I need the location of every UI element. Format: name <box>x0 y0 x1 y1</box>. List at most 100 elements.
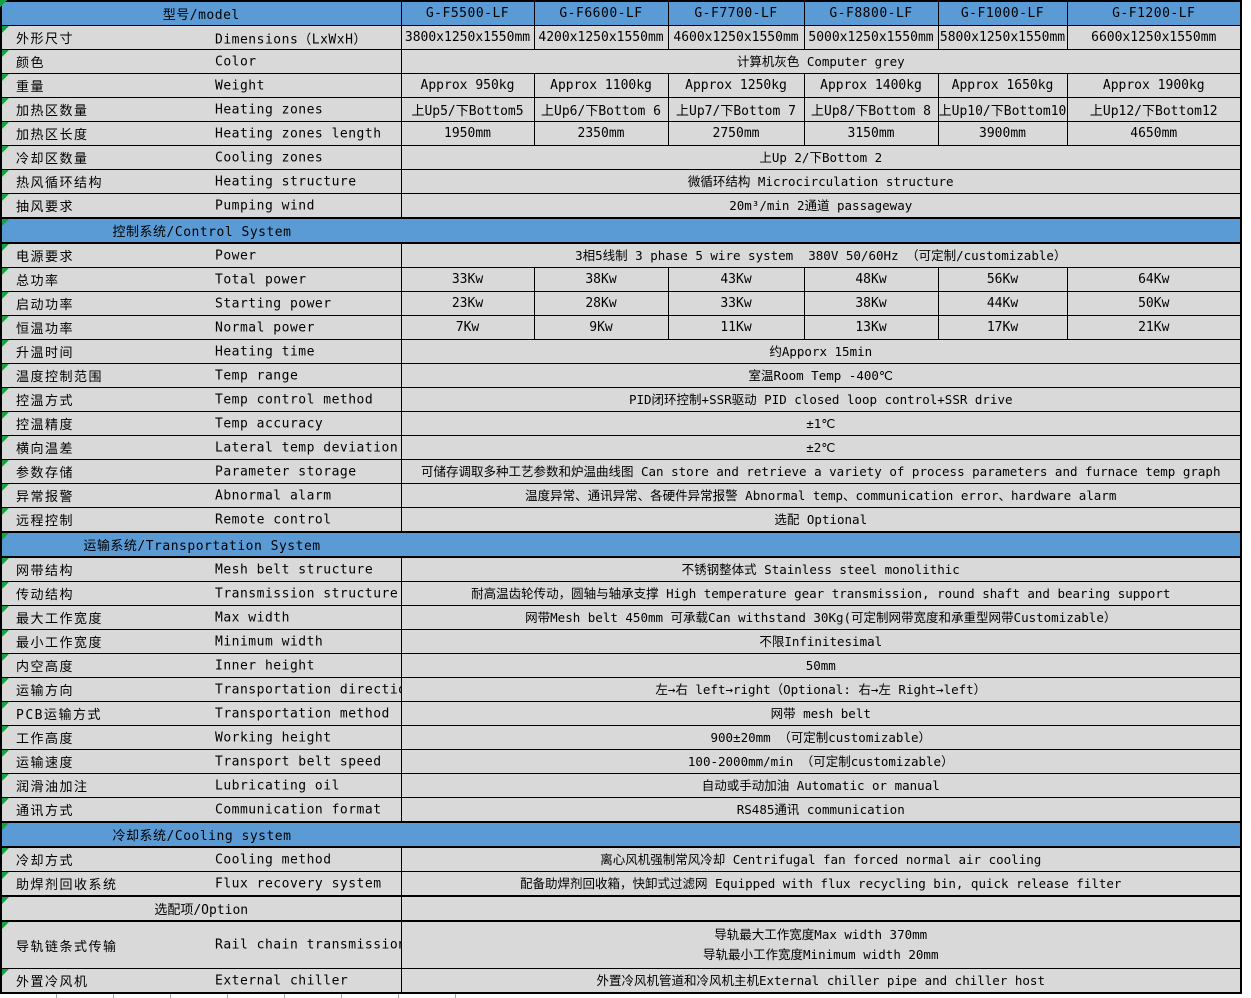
row-label-zh: 参数存储 <box>16 466 74 481</box>
table-row: 颜色Color计算机灰色 Computer grey <box>1 50 1241 74</box>
spec-table: 型号/modelG-F5500-LFG-F6600-LFG-F7700-LFG-… <box>0 0 1242 994</box>
model-name: G-F5500-LF <box>426 6 509 21</box>
row-label-en: Normal power <box>215 320 315 335</box>
spec-value: 2750mm <box>713 126 760 141</box>
row-label-zh: 抽风要求 <box>16 200 74 215</box>
table-row: 电源要求Power3相5线制 3 phase 5 wire system 380… <box>1 243 1241 268</box>
error-indicator-icon <box>2 798 9 805</box>
table-row: 外形尺寸Dimensions（LxWxH）3800x1250x1550mm420… <box>1 26 1241 50</box>
error-indicator-icon <box>2 364 9 371</box>
spec-value: 上Up6/下Bottom 6 <box>541 104 661 119</box>
spec-value: 1950mm <box>444 126 491 141</box>
section-header-cell: 冷却系统/Cooling system <box>1 822 1241 847</box>
table-row: 通讯方式Communication formatRS485通讯 communic… <box>1 798 1241 823</box>
row-label-en: Total power <box>215 272 307 287</box>
row-label-en: Weight <box>215 78 265 93</box>
error-indicator-icon <box>2 508 9 515</box>
option-header-cell: 选配项/Option <box>1 896 401 921</box>
row-label-cell: 工作高度Working height <box>1 726 401 750</box>
row-label-cell: 运输方向Transportation direction <box>1 678 401 702</box>
table-row: 远程控制Remote control选配 Optional <box>1 508 1241 533</box>
row-label-zh: 恒温功率 <box>16 322 74 337</box>
row-label-en: Transmission structure <box>215 586 398 601</box>
row-label-en: Heating structure <box>215 174 357 189</box>
spec-value-cell: 9Kw <box>534 316 668 340</box>
spec-value: 4600x1250x1550mm <box>673 30 798 45</box>
row-label-cell: 抽风要求Pumping wind <box>1 194 401 219</box>
row-label-cell: 重量Weight <box>1 74 401 98</box>
row-label-en: External chiller <box>215 973 348 988</box>
row-label-zh: 温度控制范围 <box>16 370 103 385</box>
spec-value-merged-cell: 外置冷风机管道和冷风机主机External chiller pipe and c… <box>401 969 1241 994</box>
row-label-cell: 冷却区数量Cooling zones <box>1 146 401 170</box>
spec-value: 配备助焊剂回收箱，快卸式过滤网 Equipped with flux recyc… <box>520 876 1121 891</box>
spec-value: 上Up 2/下Bottom 2 <box>759 150 882 165</box>
spec-value: 38Kw <box>585 272 616 287</box>
model-name-cell: G-F5500-LF <box>401 1 534 26</box>
row-label-zh: 横向温差 <box>16 442 74 457</box>
row-label-cell: 控温精度Temp accuracy <box>1 412 401 436</box>
spec-value: Approx 1250kg <box>685 78 787 93</box>
spec-value: 上Up10/下Bottom10 <box>939 104 1067 119</box>
spec-value-cell: 13Kw <box>804 316 938 340</box>
row-label-zh: 异常报警 <box>16 490 74 505</box>
table-row: 总功率Total power33Kw 38Kw 43Kw 48Kw 56Kw 64Kw <box>1 268 1241 292</box>
row-label-en: Transportation method <box>215 706 390 721</box>
section-header-label: 控制系统/Control System <box>113 225 292 240</box>
error-indicator-icon <box>2 774 9 781</box>
table-row: 重量WeightApprox 950kgApprox 1100kgApprox … <box>1 74 1241 98</box>
row-label-en: Cooling zones <box>215 150 323 165</box>
table-row: PCB运输方式Transportation method网带 mesh belt <box>1 702 1241 726</box>
row-label-en: Max width <box>215 610 290 625</box>
spec-value-cell: 1950mm <box>401 122 534 146</box>
spec-value-cell: 6600x1250x1550mm <box>1067 26 1241 50</box>
error-indicator-icon <box>2 146 9 153</box>
spec-value-cell: 43Kw <box>668 268 804 292</box>
spec-value-merged-cell: 选配 Optional <box>401 508 1241 533</box>
spec-value: 48Kw <box>855 272 886 287</box>
section-header-cell: 控制系统/Control System <box>1 218 1241 243</box>
row-label-cell: 恒温功率 Normal power <box>1 316 401 340</box>
table-row: 最小工作宽度Minimum width不限Infinitesimal <box>1 630 1241 654</box>
spec-value-merged-cell: ±2℃ <box>401 436 1241 460</box>
spec-value: 64Kw <box>1138 272 1169 287</box>
spec-value-cell: 56Kw <box>938 268 1067 292</box>
error-indicator-icon <box>2 122 9 129</box>
row-label-cell: 冷却方式Cooling method <box>1 847 401 872</box>
model-name: G-F1200-LF <box>1112 6 1195 21</box>
spec-value-merged-cell: 可储存调取多种工艺参数和炉温曲线图 Can store and retrieve… <box>401 460 1241 484</box>
error-indicator-icon <box>2 340 9 347</box>
spec-value-cell: Approx 1650kg <box>938 74 1067 98</box>
section-header-cell: 运输系统/Transportation System <box>1 532 1241 557</box>
section-header: 冷却系统/Cooling system <box>2 825 402 844</box>
row-label-cell: 总功率Total power <box>1 268 401 292</box>
spec-value-merged-cell: 配备助焊剂回收箱，快卸式过滤网 Equipped with flux recyc… <box>401 872 1241 897</box>
spec-value: 室温Room Temp -400℃ <box>749 368 893 383</box>
table-row: 启动功率Starting power23Kw28Kw33Kw38Kw44Kw50… <box>1 292 1241 316</box>
table-row: 横向温差Lateral temp deviation±2℃ <box>1 436 1241 460</box>
error-indicator-icon <box>2 582 9 589</box>
spec-value-cell: 33Kw <box>401 268 534 292</box>
spec-value: ±2℃ <box>806 440 835 455</box>
row-label-zh: 最大工作宽度 <box>16 612 103 627</box>
spec-value-merged-cell: ±1℃ <box>401 412 1241 436</box>
spec-value: 20m³/min 2通道 passageway <box>729 198 912 213</box>
spec-value: 选配 Optional <box>774 512 867 527</box>
model-name: G-F1000-LF <box>961 6 1044 21</box>
spec-value: 21Kw <box>1138 320 1169 335</box>
spec-value: Approx 1900kg <box>1103 78 1205 93</box>
spec-value: 33Kw <box>720 296 751 311</box>
spec-value-cell: 50Kw <box>1067 292 1241 316</box>
row-label-zh: 远程控制 <box>16 514 74 529</box>
spec-value-cell: 17Kw <box>938 316 1067 340</box>
error-indicator-icon <box>2 316 9 323</box>
spec-value: 上Up12/下Bottom12 <box>1090 104 1218 119</box>
spec-value: 约Apporx 15min <box>769 344 872 359</box>
spec-sheet: 型号/modelG-F5500-LFG-F6600-LFG-F7700-LFG-… <box>0 0 1251 998</box>
row-label-cell: 热风循环结构Heating structure <box>1 170 401 194</box>
row-label-cell: 运输速度Transport belt speed <box>1 750 401 774</box>
row-label-en: Communication format <box>215 802 382 817</box>
spec-value-cell: Approx 1900kg <box>1067 74 1241 98</box>
spec-value: 不限Infinitesimal <box>759 634 882 649</box>
spec-value-merged-cell: 网带 mesh belt <box>401 702 1241 726</box>
